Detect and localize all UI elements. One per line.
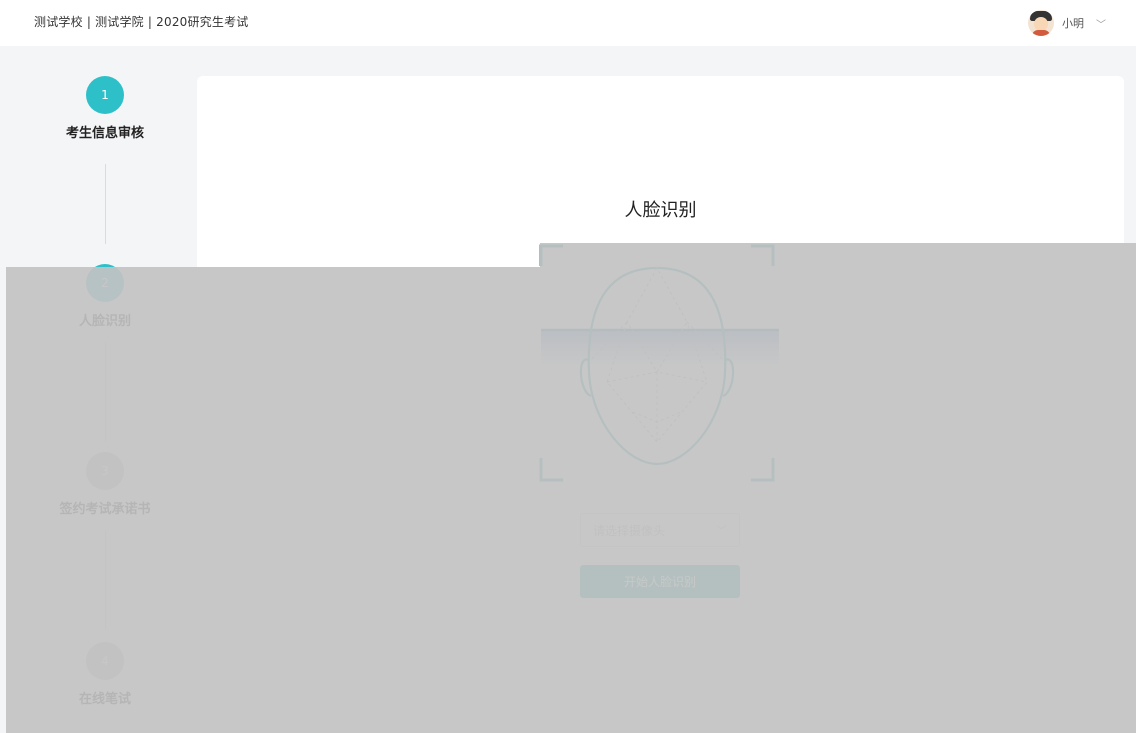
face-recognition-card: 人脸识别 请选择摄像头 ﹀ 开始人脸识别 [197,76,1124,714]
start-face-recognition-button[interactable]: 开始人脸识别 [580,565,740,598]
step-label: 考生信息审核 [65,126,144,141]
step-connector [105,342,106,442]
user-avatar-icon[interactable] [1028,10,1054,36]
step-number: 3 [86,452,124,490]
step-connector [105,164,106,244]
breadcrumb: 测试学校 | 测试学院 | 2020研究生考试 [34,15,249,29]
step-label: 签约考试承诺书 [59,502,151,517]
step-connector [105,530,106,630]
step-2: 2 人脸识别 [20,264,190,329]
step-label: 人脸识别 [78,314,131,329]
username[interactable]: 小明 [1062,15,1084,31]
user-menu[interactable]: 小明 ﹀ [1028,7,1106,39]
step-3: 3 签约考试承诺书 [20,452,190,517]
progress-steps: 1 考生信息审核 2 人脸识别 3 签约考试承诺书 4 在线笔试 [20,60,190,730]
step-label: 在线笔试 [78,692,131,707]
step-4: 4 在线笔试 [20,642,190,707]
chevron-down-icon[interactable]: ﹀ [716,522,727,538]
step-number: 1 [86,76,124,114]
step-number: 2 [86,264,124,302]
step-1: 1 考生信息审核 [20,76,190,141]
camera-select[interactable]: 请选择摄像头 ﹀ [580,513,740,547]
chevron-down-icon[interactable]: ﹀ [1096,16,1106,31]
camera-select-placeholder: 请选择摄像头 [593,523,666,538]
top-bar: 测试学校 | 测试学院 | 2020研究生考试 小明 ﹀ [0,0,1136,46]
page-title: 人脸识别 [624,200,697,221]
step-number: 4 [86,642,124,680]
face-scan-icon [539,244,779,482]
